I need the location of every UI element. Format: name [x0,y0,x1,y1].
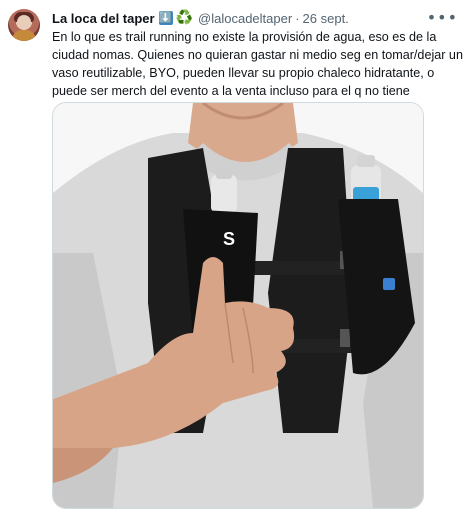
author-name[interactable]: La loca del taper [52,11,155,26]
hydration-vest-photo: S [53,103,423,508]
tweet-image[interactable]: S [52,102,424,509]
avatar-face [17,15,31,29]
down-arrow-emoji-icon: ⬇️ [158,11,173,25]
tweet-text: En lo que es trail running no existe la … [52,30,463,98]
avatar-body [12,30,36,41]
tweet-date[interactable]: 26 sept. [303,11,349,26]
recycle-emoji-icon: ♻️ [175,10,194,26]
tweet-header: La loca del taper ⬇️ ♻️ @lalocadeltaper … [52,9,349,27]
author-handle[interactable]: @lalocadeltaper [198,11,292,26]
avatar[interactable] [8,9,40,41]
tweet[interactable]: La loca del taper ⬇️ ♻️ @lalocadeltaper … [0,0,472,509]
salomon-logo: S [223,229,235,249]
more-options-icon[interactable]: ••• [427,8,458,27]
separator: · [295,10,300,26]
